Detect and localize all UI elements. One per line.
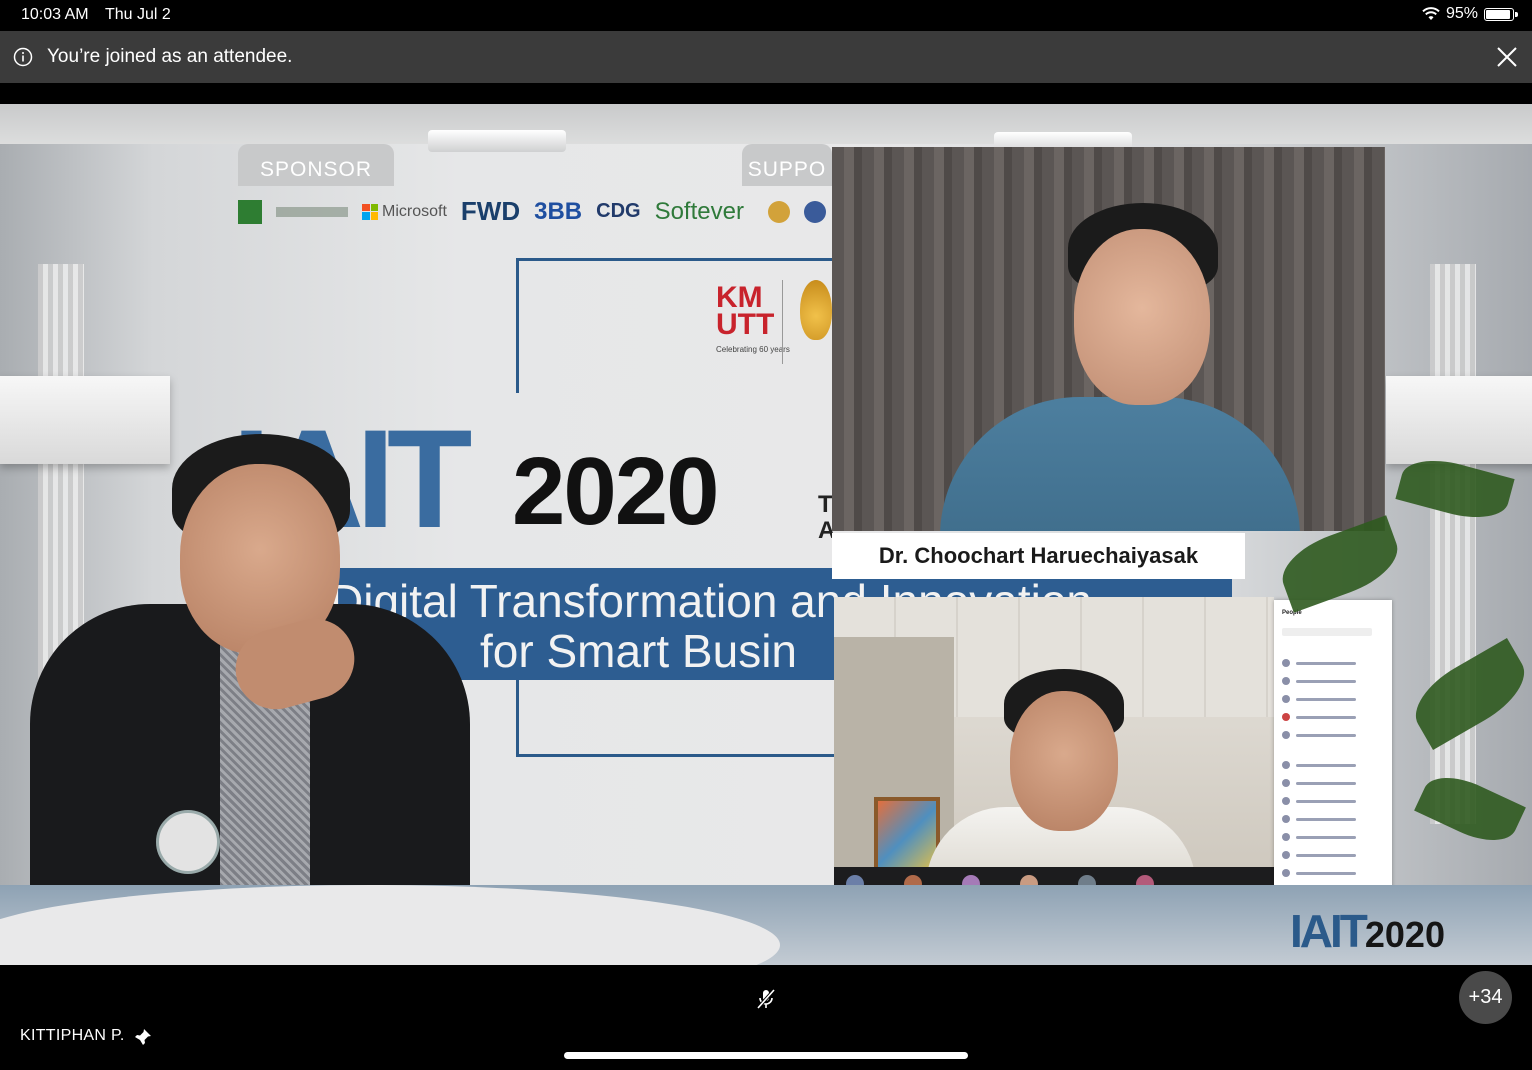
kmutt-logo: KM UTT Celebrating 60 years <box>716 281 790 354</box>
wall-light-right <box>1386 376 1532 464</box>
speaker-shirt <box>940 397 1300 531</box>
iait-corner-logo: IAIT2020 <box>1290 904 1445 958</box>
people-row <box>1282 730 1382 740</box>
presenter-video-left <box>20 434 500 934</box>
pin-icon[interactable] <box>134 1028 152 1046</box>
3bb-logo: 3BB <box>534 197 583 225</box>
support-logo-2 <box>803 200 826 223</box>
status-right: 95% <box>1422 5 1518 23</box>
status-date: Thu Jul 2 <box>105 6 171 23</box>
people-row <box>1282 712 1382 722</box>
support-tag: SUPPO <box>742 144 832 186</box>
speaker-name-plate: Dr. Choochart Haruechaiyasak <box>832 533 1245 579</box>
theme-line-2: for Smart Busin <box>480 625 797 677</box>
people-row <box>1282 694 1382 704</box>
sponsor-logo-green <box>238 199 262 224</box>
microsoft-label: Microsoft <box>382 202 447 220</box>
close-icon[interactable] <box>1496 46 1518 68</box>
sponsor-logos: Microsoft FWD 3BB CDG Softever <box>238 196 826 227</box>
mic-off-icon[interactable] <box>754 987 778 1011</box>
nested-people-panel: People <box>1274 600 1392 898</box>
anniversary-logo <box>800 280 832 340</box>
people-row <box>1282 832 1382 842</box>
nested-painting <box>874 797 940 867</box>
wifi-icon <box>1422 7 1440 20</box>
status-time: 10:03 AM <box>21 6 89 23</box>
iait-corner-year: 2020 <box>1364 914 1445 955</box>
people-row <box>1282 676 1382 686</box>
people-row <box>1282 778 1382 788</box>
status-bar: 10:03 AM Thu Jul 2 95% <box>0 0 1532 31</box>
room-ceiling <box>0 104 1532 144</box>
home-indicator[interactable] <box>564 1052 968 1059</box>
decor-frame-top <box>516 258 849 393</box>
kmutt-logo-text: KM UTT <box>716 281 775 341</box>
microsoft-logo: Microsoft <box>362 203 447 221</box>
info-icon <box>13 47 33 67</box>
speaker-face <box>1074 229 1210 405</box>
sponsor-tag: SPONSOR <box>238 144 394 186</box>
people-row <box>1282 760 1382 770</box>
support-logo-1 <box>767 200 790 223</box>
logo-divider <box>782 280 783 364</box>
softever-logo: Softever <box>654 197 744 225</box>
battery-icon <box>1484 7 1518 21</box>
sponsor-logo-caption <box>276 206 348 217</box>
battery-percent: 95% <box>1445 5 1478 22</box>
speaker-video-top <box>832 147 1385 531</box>
kmutt-caption: Celebrating 60 years <box>716 345 790 354</box>
meeting-stage: SPONSOR SUPPO Microsoft FWD 3BB CDG Soft… <box>0 104 1532 965</box>
fwd-logo: FWD <box>460 196 521 226</box>
presenter-badge <box>156 810 220 874</box>
participants-overflow-button[interactable]: +34 <box>1459 971 1512 1024</box>
iait-year: 2020 <box>512 438 720 545</box>
nested-person-face <box>1010 691 1118 831</box>
nested-video <box>834 597 1274 867</box>
people-search <box>1282 628 1372 636</box>
people-row <box>1282 658 1382 668</box>
cdg-logo: CDG <box>596 200 641 222</box>
banner-message: You’re joined as an attendee. <box>47 46 293 67</box>
people-row <box>1282 796 1382 806</box>
people-row <box>1282 814 1382 824</box>
ceiling-lamp-left <box>428 130 566 152</box>
iait-corner-text: IAIT <box>1290 905 1368 957</box>
people-row <box>1282 868 1382 878</box>
people-row <box>1282 850 1382 860</box>
self-name-label: KITTIPHAN P. <box>20 1027 125 1044</box>
attendee-banner: You’re joined as an attendee. <box>0 31 1532 83</box>
